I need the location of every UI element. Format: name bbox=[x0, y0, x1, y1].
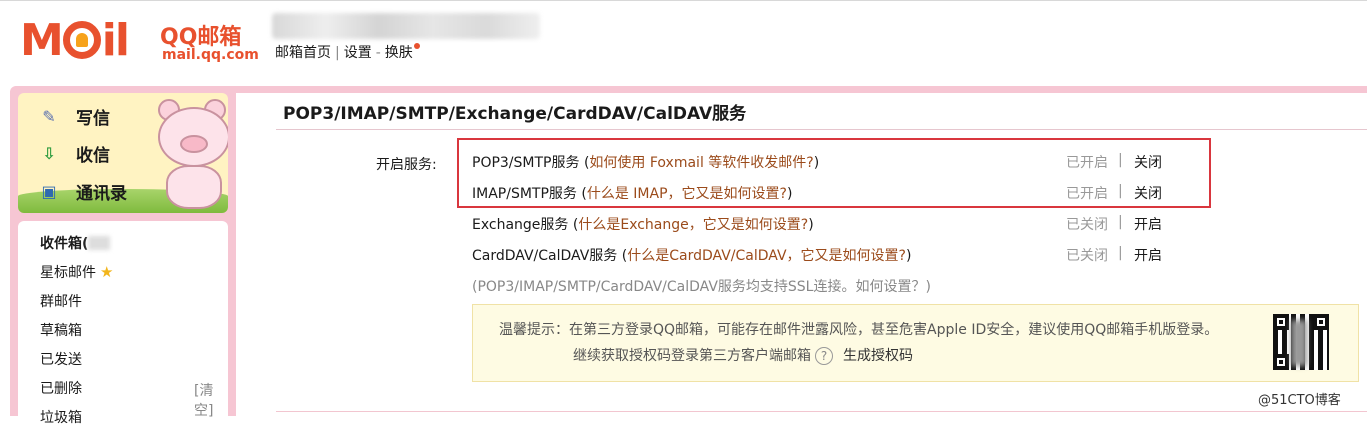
paren-close: ) bbox=[808, 217, 814, 233]
paren-close: ) bbox=[786, 186, 793, 202]
paren-close: ) bbox=[905, 248, 912, 264]
compose-button[interactable]: ✎ 写信 bbox=[38, 101, 110, 131]
service-name: Exchange服务 (什么是Exchange，它又是如何设置?) bbox=[472, 214, 814, 234]
qr-code-image bbox=[1273, 314, 1329, 370]
paren-open: ( bbox=[617, 248, 628, 264]
folder-group-mail[interactable]: 群邮件 bbox=[40, 291, 82, 311]
service-status: 已开启 bbox=[1066, 155, 1108, 171]
service-help-link[interactable]: 什么是 IMAP，它又是如何设置? bbox=[587, 186, 787, 202]
folder-drafts[interactable]: 草稿箱 bbox=[40, 320, 82, 340]
logo-bell-icon bbox=[62, 21, 101, 59]
contacts-label: 通讯录 bbox=[76, 183, 127, 204]
folder-deleted[interactable]: 已删除 bbox=[40, 378, 82, 398]
ssl-support-note[interactable]: (POP3/IMAP/SMTP/CardDAV/CalDAV服务均支持SSL连接… bbox=[472, 276, 931, 296]
service-help-link[interactable]: 如何使用 Foxmail 等软件收发邮件? bbox=[589, 155, 813, 171]
top-links: 邮箱首页 | 设置 - 换肤 bbox=[275, 42, 420, 62]
settings-main-panel: POP3/IMAP/SMTP/Exchange/CardDAV/CalDAV服务… bbox=[236, 93, 1367, 416]
title-divider bbox=[276, 129, 1367, 130]
link-separator: | bbox=[335, 45, 340, 61]
service-name: POP3/SMTP服务 (如何使用 Foxmail 等软件收发邮件?) bbox=[472, 152, 819, 172]
contact-card-icon: ▣ bbox=[41, 181, 57, 201]
folder-inbox[interactable]: 收件箱( bbox=[40, 233, 111, 253]
service-name-text: Exchange服务 bbox=[472, 217, 569, 233]
warm-tip-box: 温馨提示：在第三方登录QQ邮箱，可能存在邮件泄露风险，甚至危害Apple ID安… bbox=[472, 304, 1359, 382]
contacts-button[interactable]: ▣ 通讯录 bbox=[38, 176, 127, 206]
service-toggle-button[interactable]: 关闭 bbox=[1134, 183, 1162, 203]
folder-starred-label: 星标邮件 bbox=[40, 265, 96, 281]
service-status: 已关闭 bbox=[1066, 217, 1108, 233]
service-name-text: CardDAV/CalDAV服务 bbox=[472, 248, 618, 264]
service-help-link[interactable]: 什么是Exchange，它又是如何设置? bbox=[578, 217, 808, 233]
paren-open: ( bbox=[576, 186, 587, 202]
blurred-unread-count bbox=[88, 236, 111, 250]
pig-mascot-illustration bbox=[148, 99, 228, 209]
folder-inbox-label: 收件箱( bbox=[40, 236, 89, 252]
bottom-divider bbox=[276, 411, 1367, 412]
service-toggle-button[interactable]: 关闭 bbox=[1134, 152, 1162, 172]
change-skin-link[interactable]: 换肤 bbox=[385, 45, 413, 61]
service-toggle-button[interactable]: 开启 bbox=[1134, 214, 1162, 234]
service-status: 已开启 bbox=[1066, 186, 1108, 202]
service-toggle-button[interactable]: 开启 bbox=[1134, 245, 1162, 265]
page-title: POP3/IMAP/SMTP/Exchange/CardDAV/CalDAV服务 bbox=[283, 104, 747, 124]
logo-domain-text: mail.qq.com bbox=[162, 47, 259, 63]
link-separator: - bbox=[375, 45, 381, 61]
watermark-text: @51CTO博客 bbox=[1258, 393, 1341, 408]
folder-list: 收件箱( 星标邮件 ★ 群邮件 草稿箱 已发送 已删除 [清空] 垃圾箱 bbox=[18, 221, 228, 426]
service-help-link[interactable]: 什么是CardDAV/CalDAV，它又是如何设置? bbox=[627, 248, 906, 264]
service-name: IMAP/SMTP服务 (什么是 IMAP，它又是如何设置?) bbox=[472, 183, 792, 203]
folder-starred[interactable]: 星标邮件 ★ bbox=[40, 262, 113, 282]
status-separator: | bbox=[1118, 245, 1123, 261]
clear-trash-link[interactable]: [清空] bbox=[194, 380, 228, 420]
new-dot-icon bbox=[413, 43, 420, 49]
settings-link[interactable]: 设置 bbox=[344, 45, 372, 61]
tip-auth-code-line: 继续获取授权码登录第三方客户端邮箱? 生成授权码 bbox=[573, 345, 913, 365]
top-header: Mil QQ邮箱 mail.qq.com 邮箱首页 | 设置 - 换肤 bbox=[0, 0, 1367, 82]
quick-actions-panel: ✎ 写信 ⇩ 收信 ▣ 通讯录 bbox=[18, 93, 228, 213]
star-icon: ★ bbox=[100, 263, 114, 281]
folder-spam[interactable]: 垃圾箱 bbox=[40, 407, 82, 427]
logo-moil-mark: Mil bbox=[20, 15, 130, 66]
status-separator: | bbox=[1118, 214, 1123, 230]
service-name: CardDAV/CalDAV服务 (什么是CardDAV/CalDAV，它又是如… bbox=[472, 245, 911, 265]
paren-open: ( bbox=[568, 217, 579, 233]
service-name-text: POP3/SMTP服务 bbox=[472, 155, 580, 171]
service-name-text: IMAP/SMTP服务 bbox=[472, 186, 577, 202]
blurred-user-info bbox=[272, 13, 540, 39]
help-question-icon[interactable]: ? bbox=[815, 347, 833, 365]
status-separator: | bbox=[1118, 183, 1123, 199]
service-row-imap: IMAP/SMTP服务 (什么是 IMAP，它又是如何设置?) 已开启 | 关闭 bbox=[472, 183, 1362, 205]
status-separator: | bbox=[1118, 152, 1123, 168]
enable-service-label: 开启服务: bbox=[376, 157, 437, 173]
paren-close: ) bbox=[813, 155, 820, 171]
compose-label: 写信 bbox=[76, 108, 110, 129]
service-row-pop3: POP3/SMTP服务 (如何使用 Foxmail 等软件收发邮件?) 已开启 … bbox=[472, 152, 1362, 174]
qq-mail-logo[interactable]: Mil QQ邮箱 mail.qq.com bbox=[20, 15, 260, 67]
tip-warning-text: 温馨提示：在第三方登录QQ邮箱，可能存在邮件泄露风险，甚至危害Apple ID安… bbox=[499, 322, 1219, 338]
service-status: 已关闭 bbox=[1066, 248, 1108, 264]
generate-auth-code-link[interactable]: 生成授权码 bbox=[843, 348, 913, 364]
paren-open: ( bbox=[579, 155, 590, 171]
folder-sent[interactable]: 已发送 bbox=[40, 349, 82, 369]
mailbox-home-link[interactable]: 邮箱首页 bbox=[275, 45, 331, 61]
inbox-download-icon: ⇩ bbox=[42, 143, 56, 163]
tip-auth-code-text: 继续获取授权码登录第三方客户端邮箱 bbox=[573, 348, 811, 364]
pencil-icon: ✎ bbox=[42, 106, 56, 126]
service-row-carddav: CardDAV/CalDAV服务 (什么是CardDAV/CalDAV，它又是如… bbox=[472, 245, 1362, 267]
service-row-exchange: Exchange服务 (什么是Exchange，它又是如何设置?) 已关闭 | … bbox=[472, 214, 1362, 236]
receive-mail-button[interactable]: ⇩ 收信 bbox=[38, 138, 110, 168]
receive-label: 收信 bbox=[76, 145, 110, 166]
